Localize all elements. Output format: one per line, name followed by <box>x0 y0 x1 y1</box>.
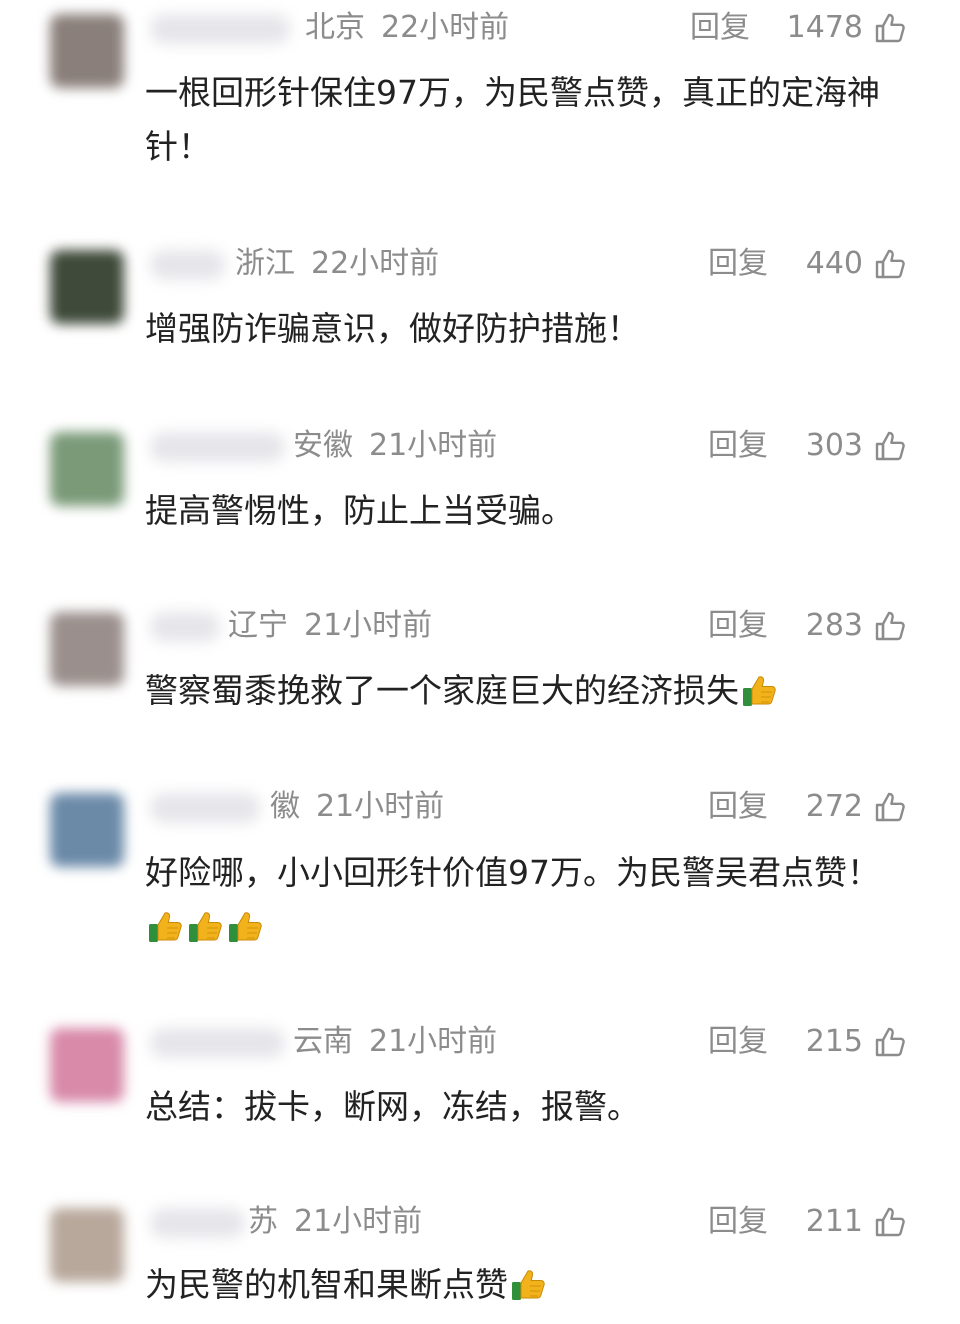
avatar[interactable] <box>50 1028 124 1102</box>
avatar[interactable] <box>50 14 124 88</box>
reply-button[interactable]: 回复 <box>708 1022 768 1062</box>
comment-text-body: 总结：拔卡，断网，冻结，报警。 <box>145 1087 640 1126</box>
comment-text-body: 一根回形针保住97万，为民警点赞，真正的定海神针！ <box>145 73 880 166</box>
reply-button[interactable]: 回复 <box>708 787 768 827</box>
thumbs-up-emoji-icon <box>147 907 185 945</box>
like-count: 440 <box>805 246 863 281</box>
time-label: 21小时前 <box>304 608 433 643</box>
comment-text: 好险哪，小小回形针价值97万。为民警吴君点赞！ <box>145 846 915 954</box>
reply-button[interactable]: 回复 <box>708 1202 768 1242</box>
thumbs-up-icon[interactable] <box>873 11 907 45</box>
comment-text: 警察蜀黍挽救了一个家庭巨大的经济损失 <box>145 664 915 718</box>
location-label: 苏 <box>248 1204 278 1239</box>
comment-text-body: 为民警的机智和果断点赞 <box>145 1265 508 1304</box>
comment-text-body: 好险哪，小小回形针价值97万。为民警吴君点赞！ <box>145 853 880 892</box>
reply-button[interactable]: 回复 <box>690 8 750 48</box>
thumbs-up-icon[interactable] <box>873 429 907 463</box>
comment-text: 一根回形针保住97万，为民警点赞，真正的定海神针！ <box>145 66 915 174</box>
username-blurred[interactable] <box>150 793 260 823</box>
thumbs-up-icon[interactable] <box>873 1025 907 1059</box>
like-count: 303 <box>805 428 863 463</box>
username-blurred[interactable] <box>150 1208 245 1238</box>
reply-button[interactable]: 回复 <box>708 606 768 646</box>
comment-meta: 辽宁 21小时前 <box>228 606 432 646</box>
location-label: 辽宁 <box>228 608 288 643</box>
avatar[interactable] <box>50 1208 124 1282</box>
comment-meta: 浙江 22小时前 <box>235 244 439 284</box>
comment-meta: 安徽 21小时前 <box>293 426 497 466</box>
comment-meta: 云南 21小时前 <box>293 1022 497 1062</box>
thumbs-up-emoji-icon <box>187 907 225 945</box>
thumbs-up-icon[interactable] <box>873 1205 907 1239</box>
reply-button[interactable]: 回复 <box>708 244 768 284</box>
username-blurred[interactable] <box>150 250 225 280</box>
thumbs-up-icon[interactable] <box>873 609 907 643</box>
thumbs-up-icon[interactable] <box>873 247 907 281</box>
like-count: 272 <box>805 789 863 824</box>
username-blurred[interactable] <box>150 14 290 44</box>
time-label: 21小时前 <box>369 1024 498 1059</box>
like-count: 283 <box>805 608 863 643</box>
comment-meta: 北京 22小时前 <box>305 8 509 48</box>
avatar[interactable] <box>50 432 124 506</box>
time-label: 22小时前 <box>381 10 510 45</box>
comment-text: 提高警惕性，防止上当受骗。 <box>145 484 915 538</box>
location-label: 浙江 <box>235 246 295 281</box>
comment-text-body: 增强防诈骗意识，做好防护措施！ <box>145 309 640 348</box>
avatar[interactable] <box>50 793 124 867</box>
thumbs-up-icon[interactable] <box>873 790 907 824</box>
comment-text: 为民警的机智和果断点赞 <box>145 1258 915 1312</box>
time-label: 21小时前 <box>369 428 498 463</box>
comment-text-body: 警察蜀黍挽救了一个家庭巨大的经济损失 <box>145 671 739 710</box>
location-label: 云南 <box>293 1024 353 1059</box>
time-label: 21小时前 <box>294 1204 423 1239</box>
location-label: 徽 <box>270 789 300 824</box>
username-blurred[interactable] <box>150 612 220 642</box>
avatar[interactable] <box>50 250 124 324</box>
comment-meta: 苏 21小时前 <box>248 1202 422 1242</box>
avatar[interactable] <box>50 612 124 686</box>
time-label: 22小时前 <box>311 246 440 281</box>
like-count: 1478 <box>786 10 863 45</box>
like-count: 215 <box>805 1024 863 1059</box>
time-label: 21小时前 <box>316 789 445 824</box>
comment-meta: 徽 21小时前 <box>270 787 444 827</box>
comment-text-body: 提高警惕性，防止上当受骗。 <box>145 491 574 530</box>
reply-button[interactable]: 回复 <box>708 426 768 466</box>
like-count: 211 <box>805 1204 863 1239</box>
thumbs-up-emoji-icon <box>227 907 265 945</box>
thumbs-up-emoji-icon <box>510 1265 548 1303</box>
comment-text: 增强防诈骗意识，做好防护措施！ <box>145 302 915 356</box>
location-label: 北京 <box>305 10 365 45</box>
username-blurred[interactable] <box>150 1028 285 1058</box>
location-label: 安徽 <box>293 428 353 463</box>
thumbs-up-emoji-icon <box>741 671 779 709</box>
username-blurred[interactable] <box>150 432 285 462</box>
comment-text: 总结：拔卡，断网，冻结，报警。 <box>145 1080 915 1134</box>
